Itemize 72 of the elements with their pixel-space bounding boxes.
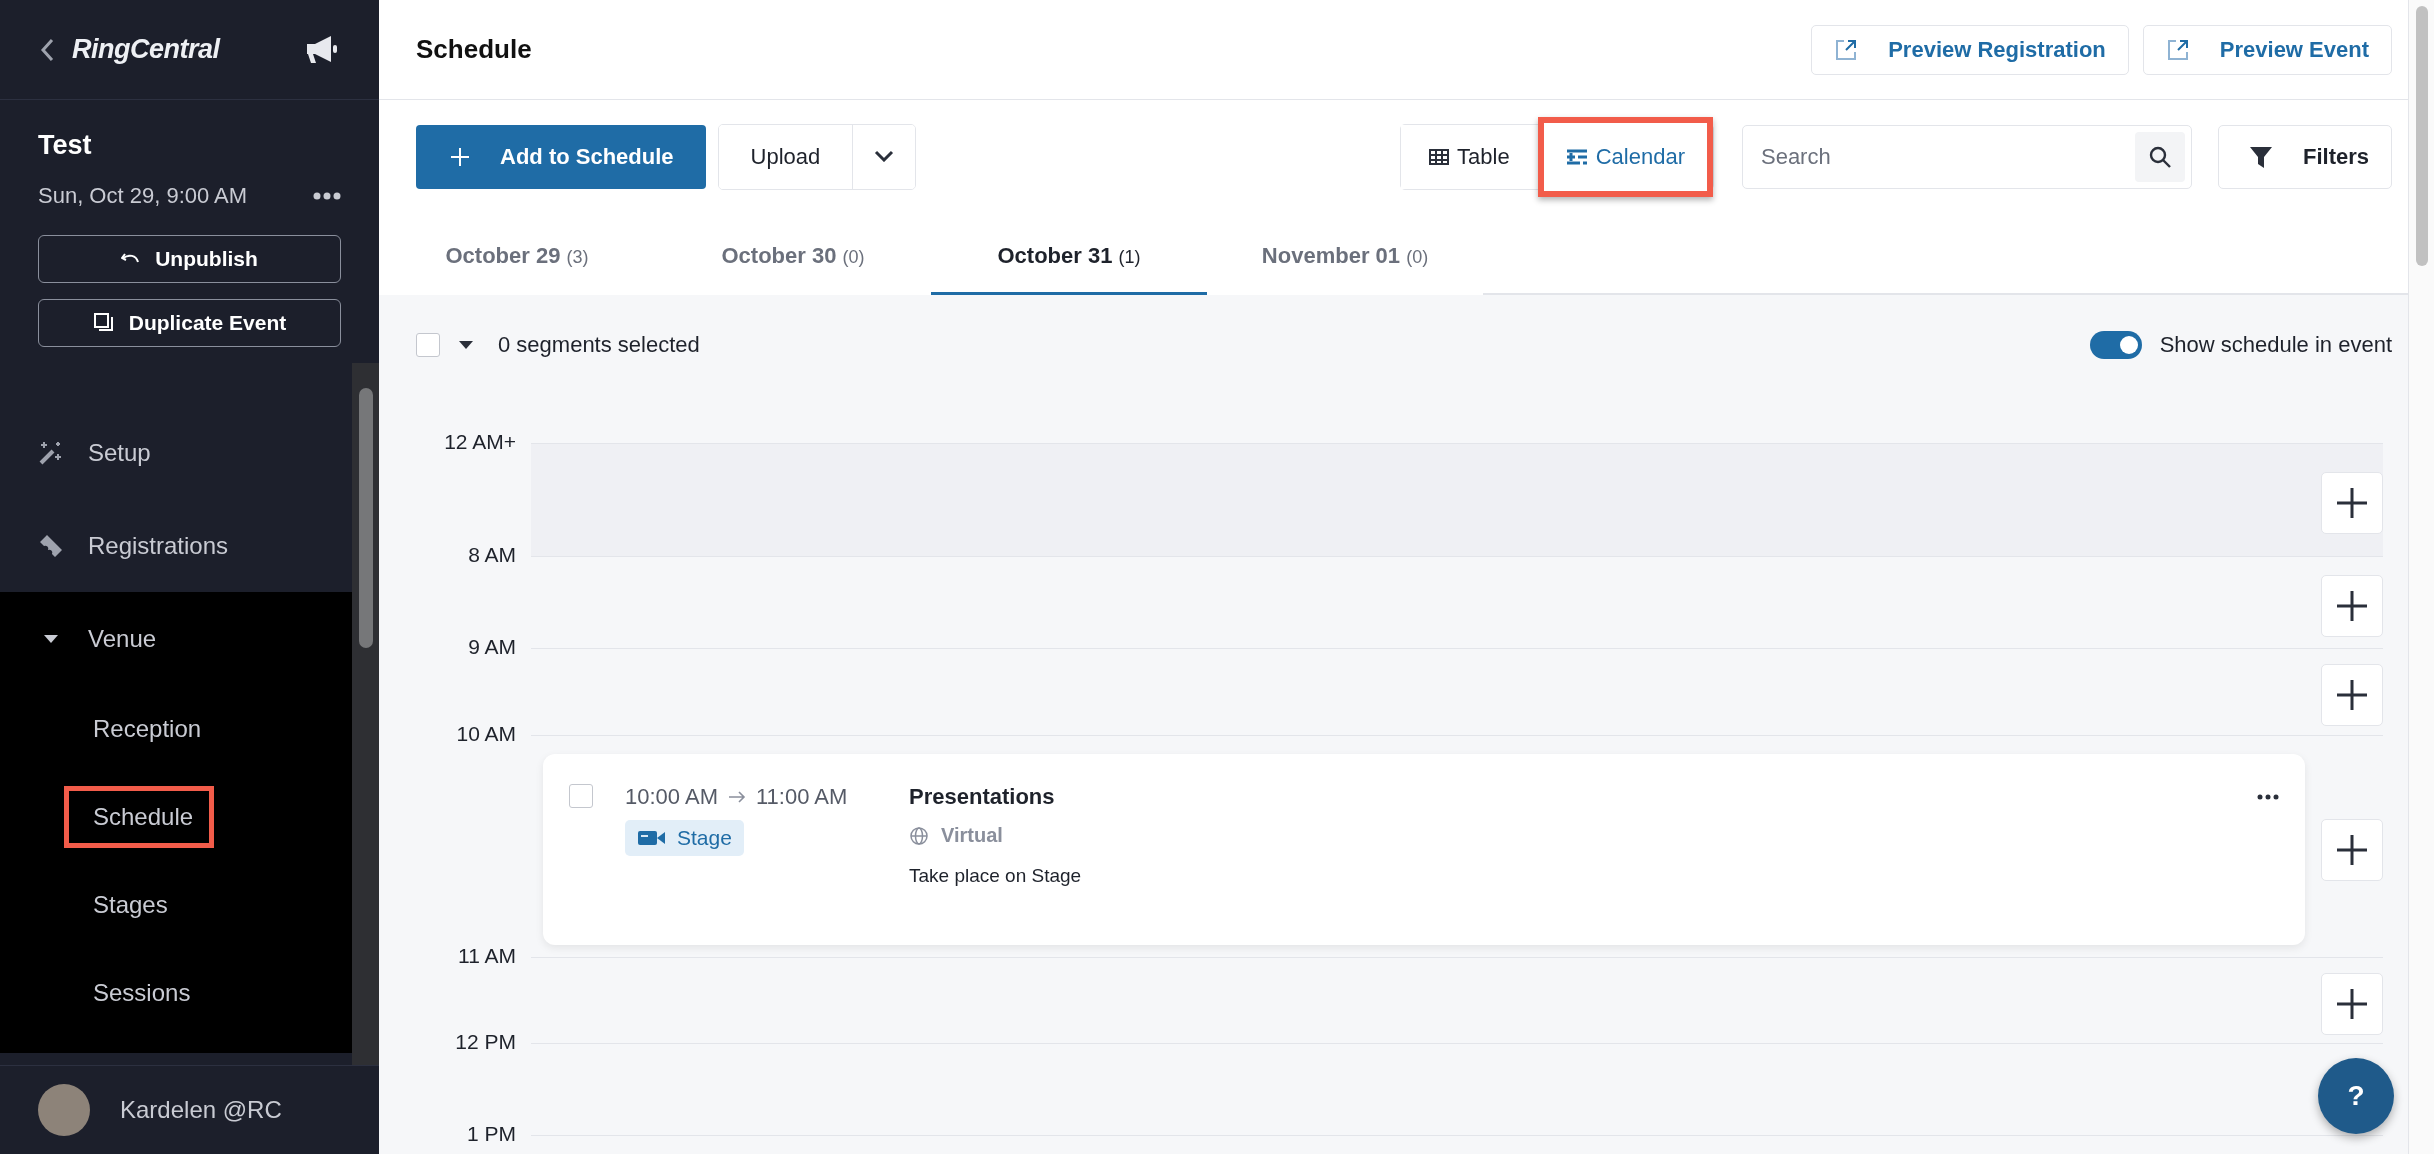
toggle-label: Show schedule in event: [2159, 332, 2392, 358]
duplicate-button[interactable]: Duplicate Event: [38, 299, 341, 347]
video-camera-icon: [637, 828, 667, 848]
user-name: Kardelen @RC: [120, 1096, 282, 1124]
plus-icon: [450, 147, 470, 167]
view-toggle[interactable]: Calendar: [1537, 117, 1713, 197]
preview-button[interactable]: Preview Event: [2142, 24, 2392, 75]
upload-button[interactable]: Upload: [718, 125, 854, 189]
arrow-icon: [727, 791, 746, 803]
globe-icon: [909, 825, 929, 846]
sidebar-item[interactable]: Reception: [64, 698, 223, 760]
start-time: 10:00 AM: [625, 784, 718, 810]
event-checkbox[interactable]: [569, 784, 593, 808]
time-label: 12 PM: [454, 1030, 516, 1055]
caret-icon[interactable]: [458, 340, 474, 350]
event-description: Take place on Stage: [909, 865, 1082, 887]
event-title: Presentations: [909, 784, 1056, 810]
magic-wand-icon: [38, 439, 64, 466]
user-avatar[interactable]: [38, 1084, 90, 1136]
table-icon: [1429, 149, 1450, 165]
add-to-schedule-button[interactable]: Add to Schedule: [416, 125, 706, 189]
end-time: 11:00 AM: [755, 784, 848, 810]
back-chevron-icon[interactable]: [40, 37, 54, 62]
add-slot-button[interactable]: [2321, 472, 2383, 534]
sidebar-item[interactable]: Sessions: [64, 962, 212, 1024]
plus-icon: [2335, 678, 2369, 712]
add-slot-button[interactable]: [2321, 574, 2383, 637]
add-slot-button[interactable]: [2321, 972, 2383, 1035]
plus-icon: [2335, 986, 2369, 1021]
plus-icon: [2335, 486, 2369, 520]
scrollbar[interactable]: [352, 363, 379, 1065]
plus-icon: [2335, 588, 2369, 623]
time-label: 10 AM: [455, 722, 516, 747]
time-label: 11 AM: [457, 944, 516, 969]
more-icon[interactable]: [2257, 794, 2279, 800]
event-title: Test: [38, 130, 93, 161]
plus-icon: [2335, 832, 2369, 867]
chevron-down-icon: [874, 149, 895, 162]
external-link-icon: [2165, 37, 2190, 62]
time-label: 8 AM: [467, 543, 516, 568]
ticket-icon: [38, 532, 64, 559]
help-button[interactable]: ?: [2318, 1058, 2394, 1134]
filter-icon: [2248, 145, 2273, 169]
preview-button[interactable]: Preview Registration: [1811, 24, 2129, 75]
more-icon[interactable]: [313, 192, 341, 200]
calendar-icon: [1565, 149, 1588, 165]
time-label: 9 AM: [467, 635, 516, 660]
external-link-icon: [1834, 37, 1859, 62]
toggle-switch[interactable]: [2089, 331, 2142, 359]
sidebar-item[interactable]: Stages: [64, 874, 189, 936]
time-label: 12 AM+: [443, 430, 516, 455]
time-label: 1 PM: [466, 1122, 516, 1147]
scrollbar[interactable]: [2408, 0, 2434, 1154]
event-date: Sun, Oct 29, 9:00 AM: [38, 183, 248, 209]
selection-summary: 0 segments selected: [498, 332, 700, 358]
page-title: Schedule: [416, 34, 532, 65]
brand-logo: RingCentral: [72, 34, 220, 65]
sidebar-item[interactable]: Schedule: [64, 786, 215, 848]
add-slot-button[interactable]: [2321, 664, 2383, 726]
sidebar-item[interactable]: Setup: [0, 406, 352, 499]
unpublish-button[interactable]: Unpublish: [38, 235, 341, 283]
event-mode: Virtual: [941, 824, 1003, 847]
select-all-checkbox[interactable]: [416, 333, 440, 357]
add-slot-button[interactable]: [2321, 818, 2383, 881]
filters-button[interactable]: Filters: [2217, 125, 2392, 189]
search-field[interactable]: Search: [1741, 125, 2192, 189]
sidebar-item[interactable]: Venue: [0, 592, 352, 685]
copy-icon: [92, 312, 115, 334]
location-tag: Stage: [625, 820, 744, 856]
sidebar-item[interactable]: Registrations: [0, 499, 352, 592]
search-icon[interactable]: [2134, 132, 2185, 182]
event-card[interactable]: 10:00 AM 11:00 AM Stage Presentations Virtual Take place on Stage: [543, 754, 2305, 945]
